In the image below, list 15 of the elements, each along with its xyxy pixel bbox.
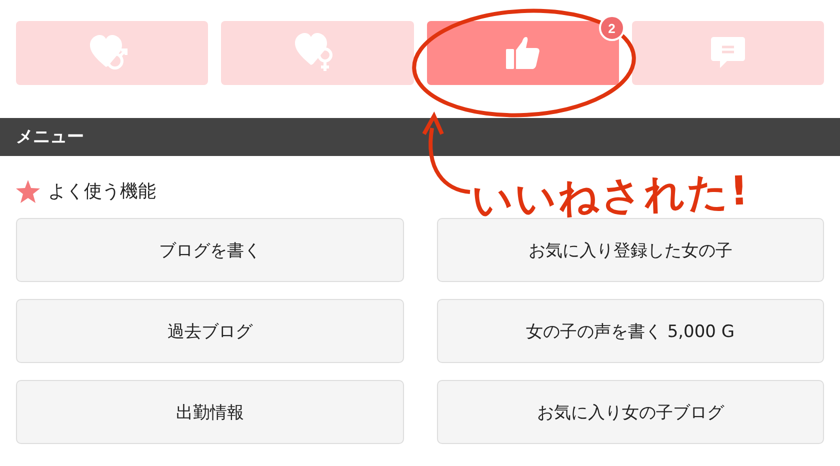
star-icon xyxy=(16,180,40,202)
thumbs-up-icon xyxy=(506,37,540,69)
tab[interactable] xyxy=(632,21,824,85)
menu-button[interactable]: ブログを書く xyxy=(16,218,404,282)
menu-button[interactable]: お気に入り登録した女の子 xyxy=(436,218,824,282)
count-badge: 2 xyxy=(598,15,625,41)
speech-bubble-icon xyxy=(710,37,745,69)
tab[interactable] xyxy=(16,21,208,85)
menu-button[interactable]: 過去ブログ xyxy=(16,299,404,363)
tab[interactable] xyxy=(221,21,414,85)
menu-button[interactable]: 出勤情報 xyxy=(16,380,404,444)
menu-button[interactable]: 女の子の声を書く 5,000 G xyxy=(436,299,824,363)
section-title: よく使う機能 xyxy=(48,180,156,203)
menu-title: メニュー xyxy=(16,128,84,146)
menu-button[interactable]: お気に入り女の子ブログ xyxy=(436,380,824,444)
